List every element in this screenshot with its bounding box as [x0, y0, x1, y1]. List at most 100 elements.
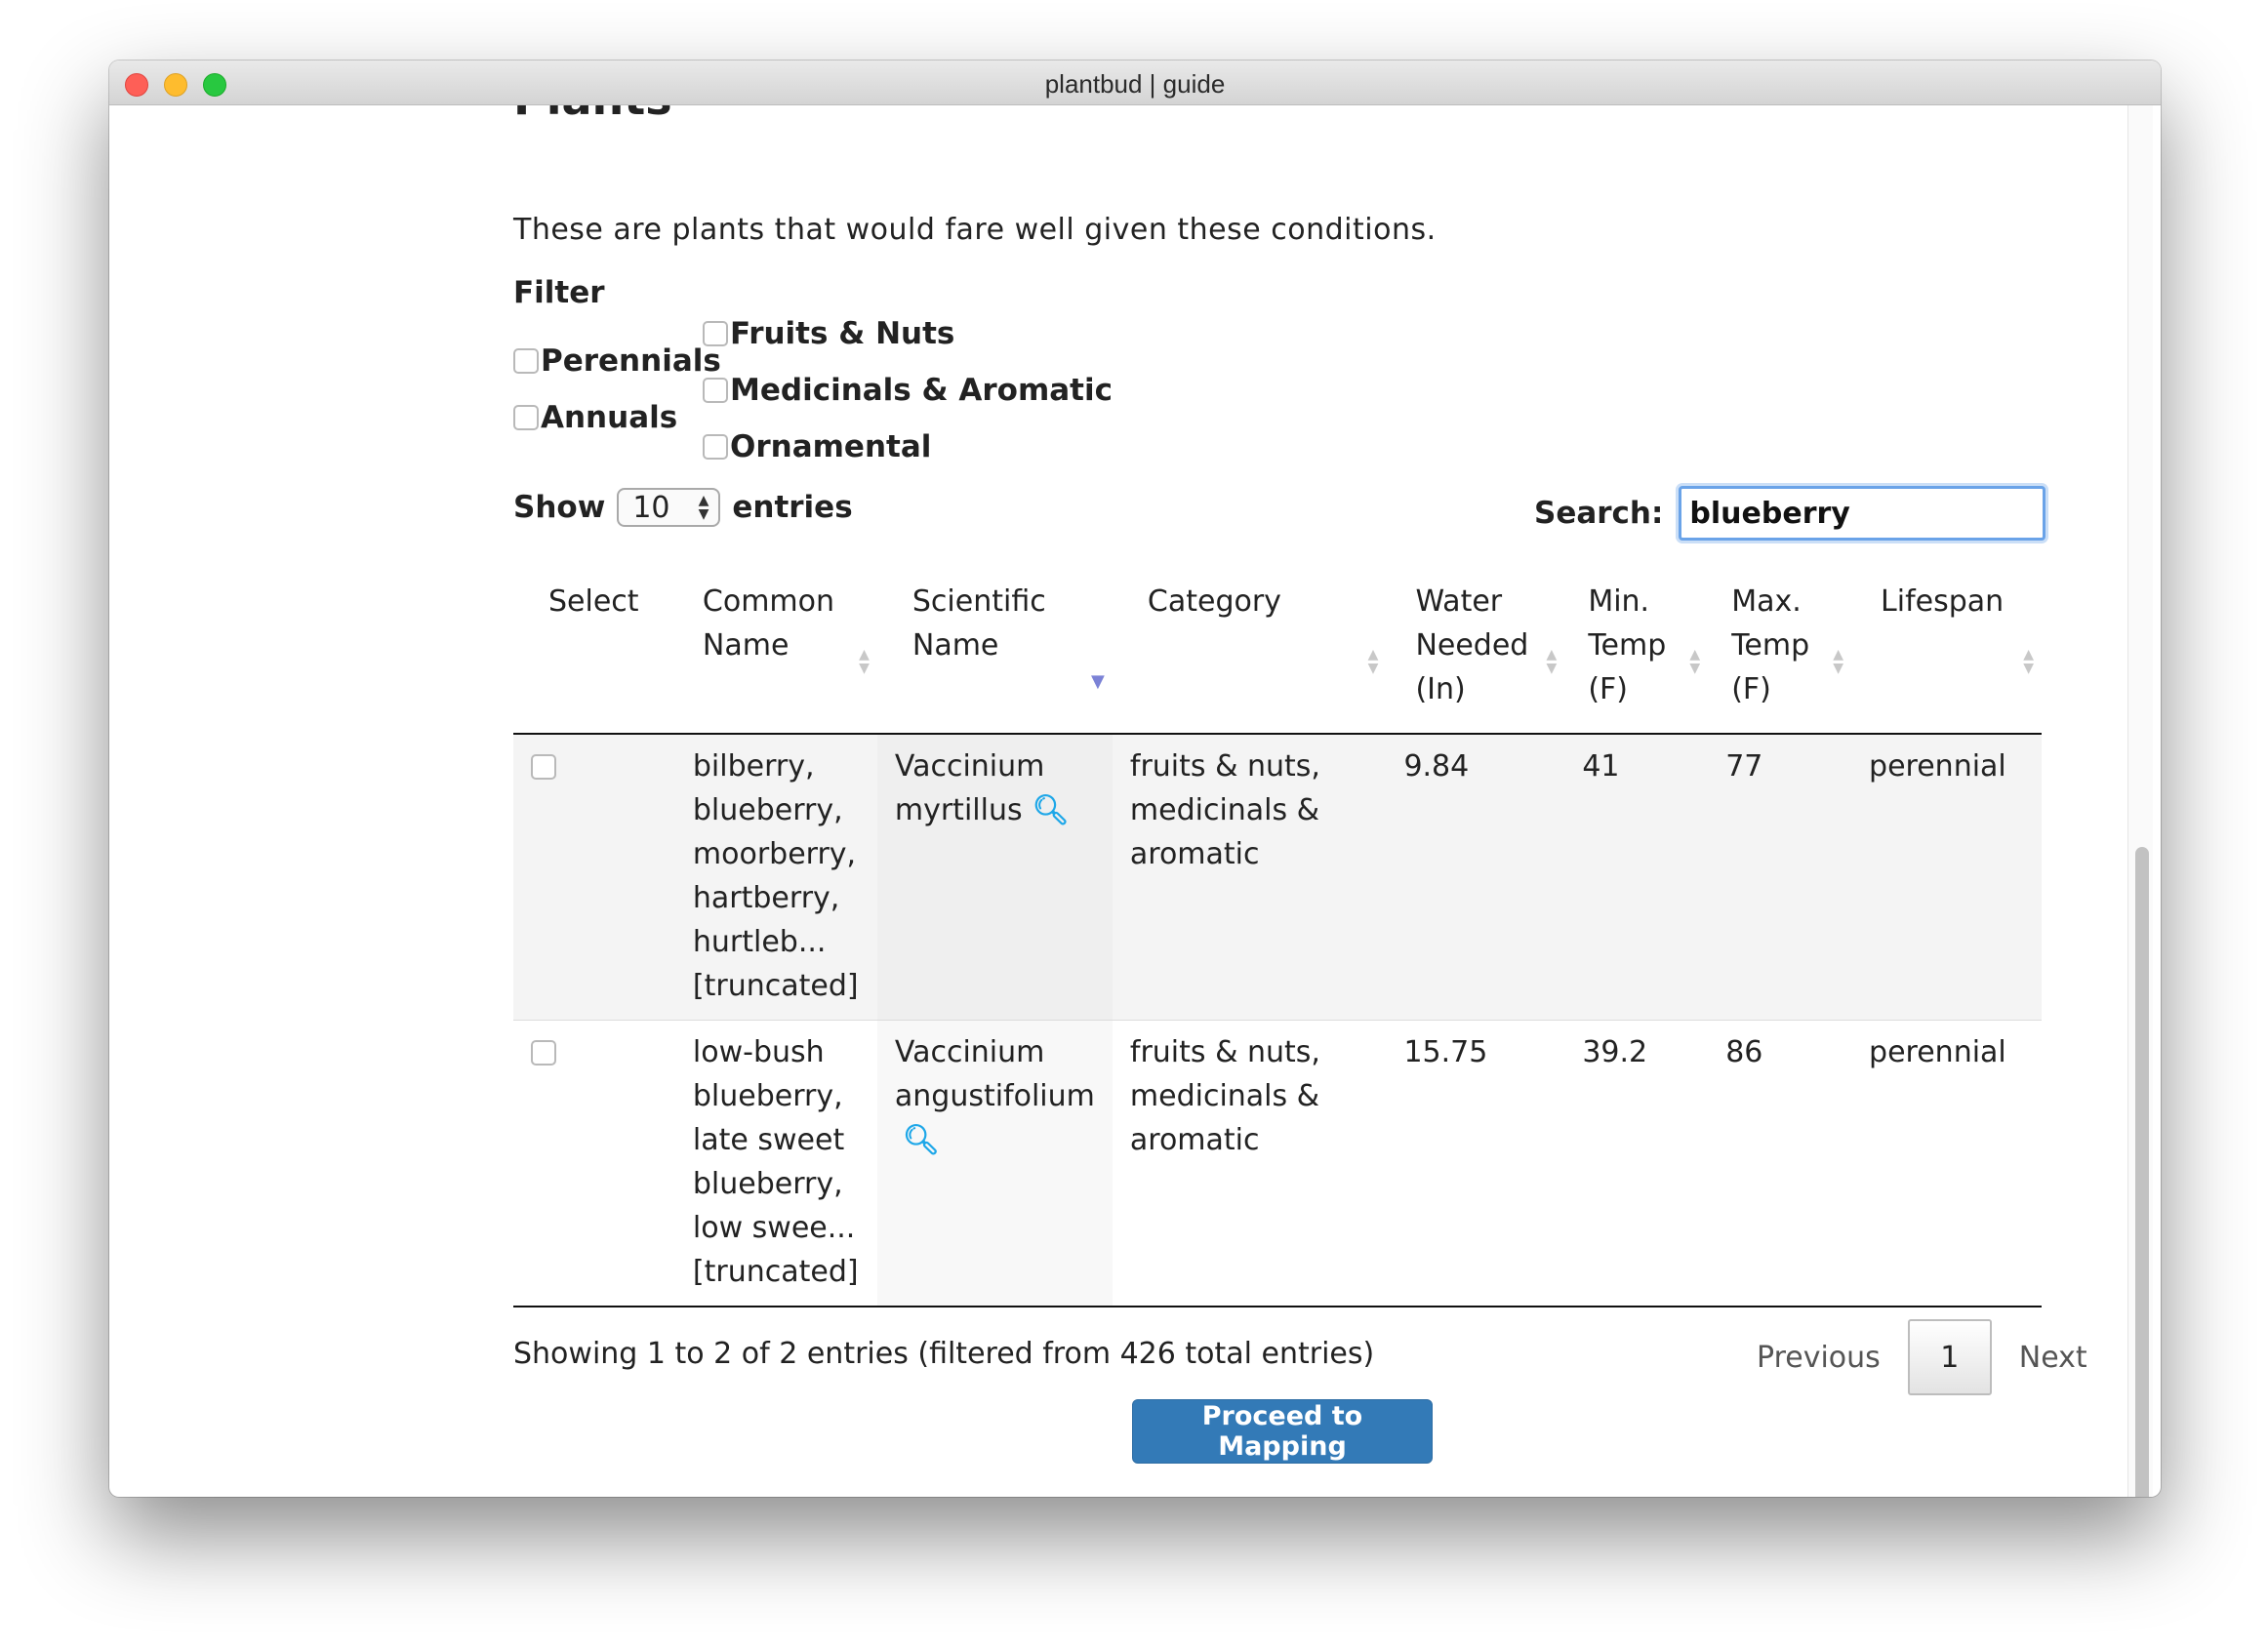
- max-temp-cell: 86: [1725, 1035, 1763, 1069]
- col-header-label: Name: [911, 628, 999, 663]
- col-header-max-temp[interactable]: Max. Temp (F) ▲ ▼: [1708, 560, 1852, 735]
- category-text: medicinals &: [1129, 793, 1320, 827]
- col-header-label: Needed: [1415, 628, 1529, 663]
- previous-page-button[interactable]: Previous: [1729, 1341, 1908, 1375]
- plants-table: Select Common Name ▲ ▼ Scientific Name ▼ …: [513, 560, 2042, 1307]
- common-name-text: moorberry,: [692, 837, 857, 871]
- common-name-text: bilberry,: [692, 749, 815, 784]
- filter-perennials[interactable]: Perennials: [513, 343, 721, 379]
- filter-annuals[interactable]: Annuals: [513, 400, 677, 435]
- medicinals-aromatic-checkbox[interactable]: [703, 378, 728, 403]
- col-header-label: (F): [1731, 672, 1771, 706]
- col-header-label: Max.: [1731, 584, 1802, 619]
- category-text: medicinals &: [1129, 1079, 1320, 1113]
- common-name-text: low swee...: [692, 1211, 856, 1245]
- search-input[interactable]: [1679, 486, 2046, 541]
- common-name-text: late sweet: [692, 1123, 845, 1157]
- annuals-checkbox[interactable]: [513, 405, 539, 430]
- filter-medicinals-aromatic[interactable]: Medicinals & Aromatic: [703, 373, 1113, 408]
- app-window: plantbud | guide Plants These are plants…: [109, 60, 2161, 1497]
- category-cell: fruits & nuts, medicinals & aromatic: [1113, 734, 1387, 1021]
- show-label: Show: [513, 490, 606, 525]
- col-header-water-needed[interactable]: Water Needed (In) ▲ ▼: [1386, 560, 1565, 735]
- select-cell: [513, 1021, 675, 1307]
- common-name-text: low-bush: [692, 1035, 825, 1069]
- col-header-label: Lifespan: [1881, 584, 2005, 619]
- col-header-label: (In): [1415, 672, 1466, 706]
- page-content: Plants These are plants that would fare …: [109, 105, 2161, 1497]
- ornamental-checkbox[interactable]: [703, 434, 728, 460]
- category-text: fruits & nuts,: [1129, 1035, 1320, 1069]
- col-header-label: Water: [1415, 584, 1503, 619]
- category-text: aromatic: [1129, 1123, 1260, 1157]
- lifespan-cell: perennial: [1869, 1035, 2006, 1069]
- table-row: low-bush blueberry, late sweet blueberry…: [513, 1020, 2042, 1307]
- water-cell: 15.75: [1403, 1035, 1488, 1069]
- table-info-text: Showing 1 to 2 of 2 entries (filtered fr…: [513, 1337, 1375, 1371]
- common-name-text: blueberry,: [692, 793, 843, 827]
- scientific-name-cell: Vaccinium angustifolium 🔍︎: [876, 1020, 1113, 1307]
- row-select-checkbox[interactable]: [531, 1040, 556, 1066]
- filter-fruits-nuts[interactable]: Fruits & Nuts: [703, 316, 954, 351]
- col-header-min-temp[interactable]: Min. Temp (F) ▲ ▼: [1564, 560, 1709, 735]
- table-row: bilberry, blueberry, moorberry, hartberr…: [513, 734, 2042, 1021]
- perennials-label: Perennials: [541, 343, 721, 379]
- ornamental-label: Ornamental: [730, 429, 932, 464]
- common-name-text: [truncated]: [692, 969, 859, 1003]
- col-header-label: Temp: [1588, 628, 1667, 663]
- fruits-nuts-label: Fruits & Nuts: [730, 316, 955, 351]
- entries-label: entries: [732, 490, 853, 525]
- col-header-select: Select: [513, 560, 675, 735]
- scientific-name-text: Vaccinium: [894, 749, 1045, 784]
- entries-length-value: 10: [632, 490, 670, 525]
- title-bar: plantbud | guide: [109, 60, 2161, 105]
- row-select-checkbox[interactable]: [531, 754, 556, 780]
- col-header-scientific-name[interactable]: Scientific Name ▼: [876, 560, 1113, 735]
- col-header-common-name[interactable]: Common Name ▲ ▼: [674, 560, 877, 735]
- min-temp-cell: 41: [1582, 749, 1620, 784]
- sort-desc-icon: ▼: [1091, 671, 1105, 692]
- min-temp-cell: 39.2: [1582, 1035, 1648, 1069]
- col-header-lifespan[interactable]: Lifespan ▲ ▼: [1851, 560, 2042, 735]
- col-header-label: Temp: [1731, 628, 1810, 663]
- common-name-text: hartberry,: [692, 881, 840, 915]
- entries-length-select[interactable]: 10 ▲ ▼: [617, 488, 721, 527]
- category-text: fruits & nuts,: [1129, 749, 1320, 784]
- col-header-label: Common: [702, 584, 835, 619]
- common-name-text: blueberry,: [692, 1167, 843, 1201]
- select-arrows-icon: ▲ ▼: [698, 493, 709, 522]
- scrollbar-thumb[interactable]: [2135, 847, 2149, 1497]
- fruits-nuts-checkbox[interactable]: [703, 321, 728, 346]
- vertical-scrollbar[interactable]: [2127, 105, 2153, 1497]
- proceed-to-mapping-button[interactable]: Proceed to Mapping: [1132, 1399, 1433, 1464]
- select-cell: [513, 734, 675, 1021]
- col-header-category[interactable]: Category ▲ ▼: [1112, 560, 1387, 735]
- search-label: Search:: [1534, 496, 1664, 531]
- page-1-button[interactable]: 1: [1907, 1319, 1992, 1395]
- intro-text: These are plants that would fare well gi…: [513, 213, 1437, 247]
- search-icon[interactable]: 🔍︎: [903, 1123, 940, 1157]
- col-header-label: Scientific: [911, 584, 1046, 619]
- medicinals-aromatic-label: Medicinals & Aromatic: [730, 373, 1113, 408]
- next-page-button[interactable]: Next: [1992, 1341, 2115, 1375]
- sort-icon: ▲ ▼: [1689, 647, 1701, 676]
- search-icon[interactable]: 🔍︎: [1033, 793, 1070, 827]
- scientific-name-text: myrtillus: [894, 793, 1023, 827]
- sort-icon: ▲ ▼: [1546, 647, 1558, 676]
- annuals-label: Annuals: [541, 400, 678, 435]
- sort-icon: ▲ ▼: [1833, 647, 1844, 676]
- scientific-name-cell: Vaccinium myrtillus 🔍︎: [876, 734, 1113, 1021]
- max-temp-cell: 77: [1725, 749, 1763, 784]
- category-cell: fruits & nuts, medicinals & aromatic: [1113, 1021, 1387, 1307]
- scientific-name-text: Vaccinium: [894, 1035, 1045, 1069]
- common-name-text: blueberry,: [692, 1079, 843, 1113]
- common-name-text: hurtleb...: [692, 925, 827, 959]
- filter-ornamental[interactable]: Ornamental: [703, 429, 931, 464]
- col-header-label: Select: [548, 584, 639, 619]
- table-header-row: Select Common Name ▲ ▼ Scientific Name ▼ …: [513, 560, 2042, 735]
- common-name-cell: bilberry, blueberry, moorberry, hartberr…: [675, 734, 877, 1021]
- perennials-checkbox[interactable]: [513, 348, 539, 374]
- col-header-label: Category: [1147, 584, 1281, 619]
- col-header-label: Name: [702, 628, 790, 663]
- window-title: plantbud | guide: [1044, 69, 1226, 99]
